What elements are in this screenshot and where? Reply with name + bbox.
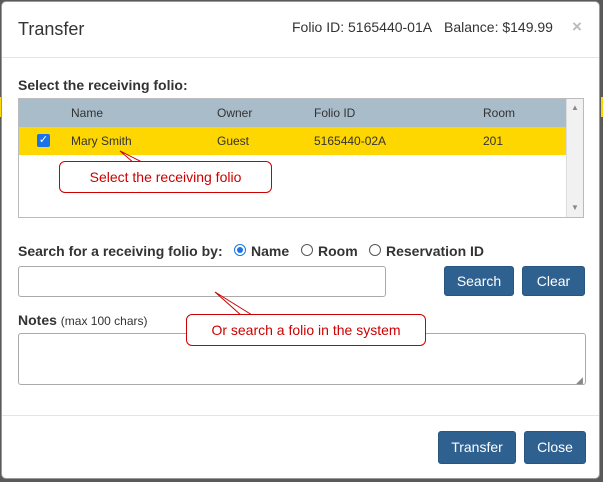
transfer-modal: Transfer Folio ID: 5165440-01A Balance: … [1,1,600,479]
callout-pointer-search [214,291,254,317]
callout-select-folio: Select the receiving folio [59,161,272,193]
callout-pointers [119,150,254,317]
callout-search-folio: Or search a folio in the system [186,314,426,346]
